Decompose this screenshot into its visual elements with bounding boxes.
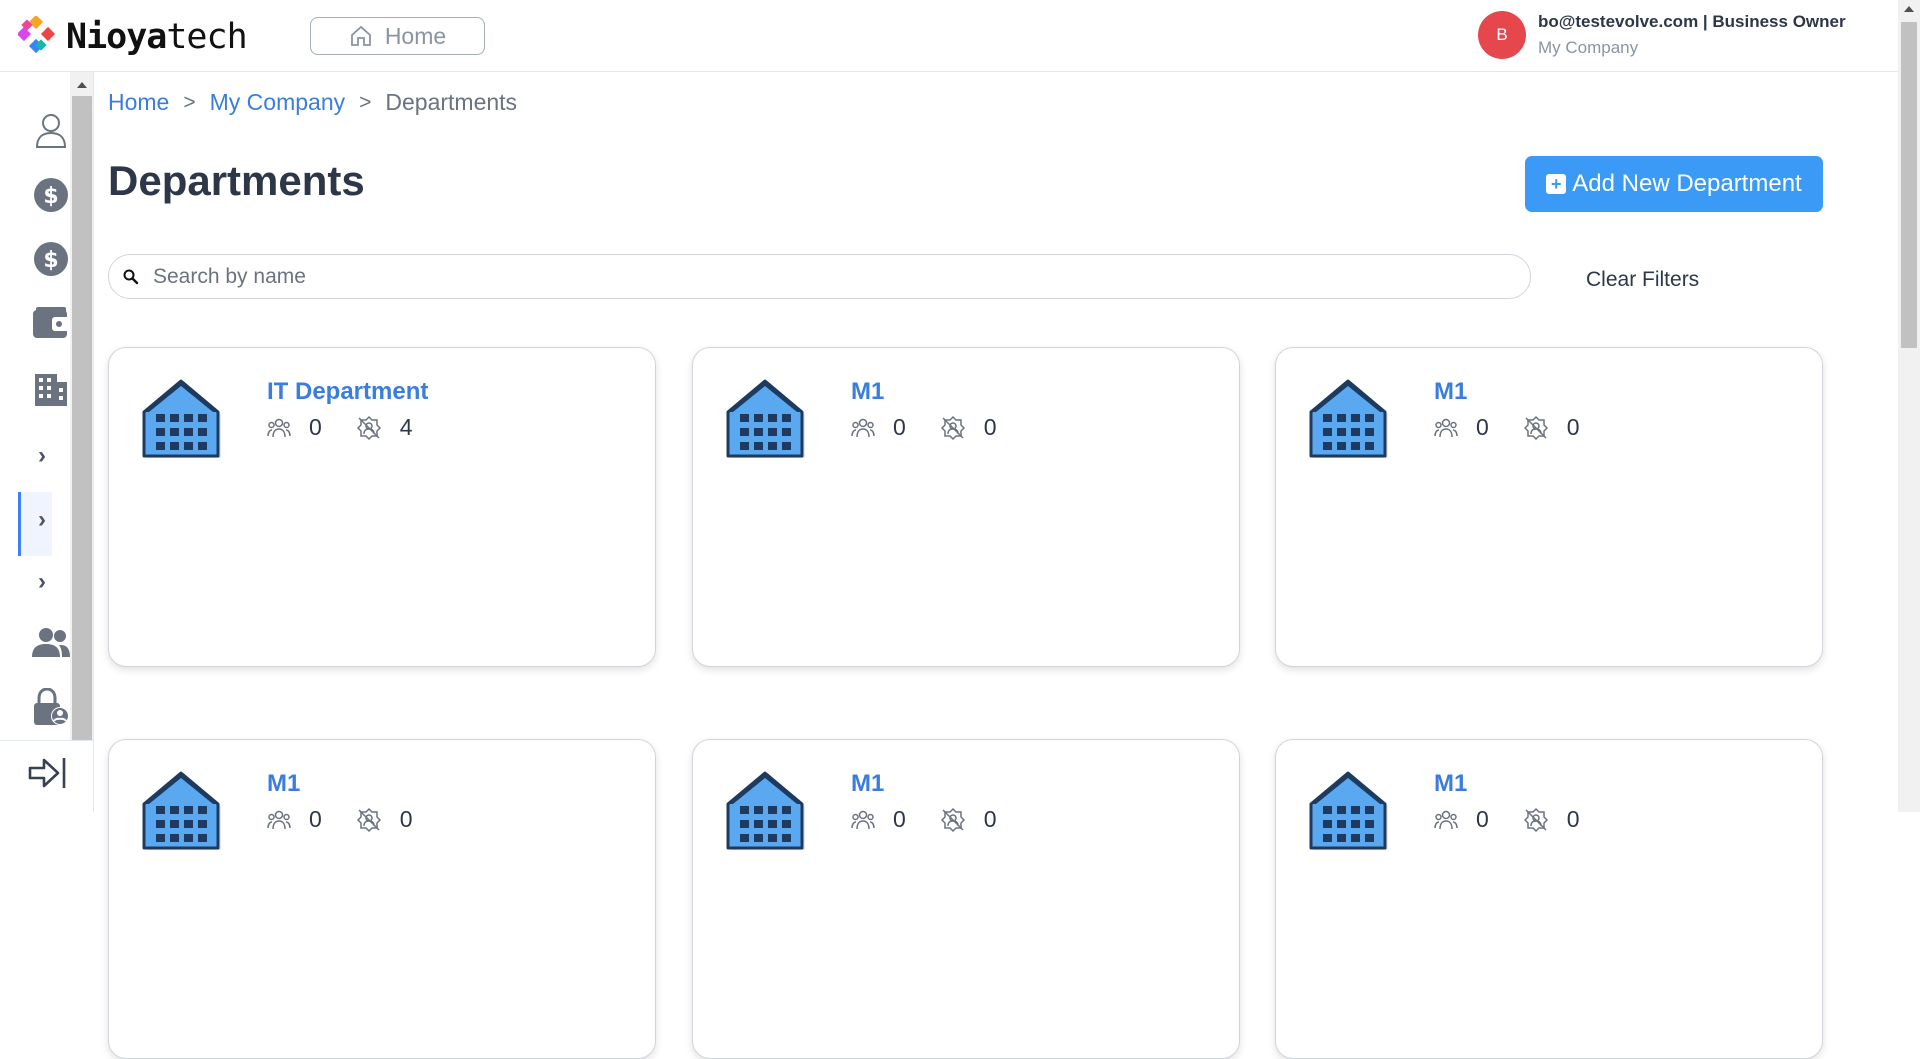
roles-icon bbox=[1523, 415, 1548, 440]
search-input[interactable] bbox=[153, 264, 1453, 289]
users-icon[interactable] bbox=[30, 622, 72, 664]
members-count: 0 bbox=[1476, 806, 1489, 832]
department-stats: 0 0 bbox=[267, 806, 447, 833]
breadcrumb-current: Departments bbox=[385, 89, 518, 115]
home-button[interactable]: Home bbox=[310, 17, 485, 55]
department-name[interactable]: M1 bbox=[1434, 770, 1467, 798]
svg-text:$: $ bbox=[43, 184, 58, 209]
department-card[interactable]: M1 0 0 bbox=[692, 347, 1240, 667]
dollar-icon[interactable]: $ bbox=[30, 238, 72, 280]
breadcrumb-home-link[interactable]: Home bbox=[108, 89, 169, 116]
clear-filters-button[interactable]: Clear Filters bbox=[1586, 268, 1699, 292]
building-icon[interactable] bbox=[30, 366, 72, 408]
sign-out-icon[interactable] bbox=[28, 755, 68, 796]
lock-user-icon[interactable] bbox=[30, 686, 72, 728]
department-name[interactable]: M1 bbox=[267, 770, 300, 798]
home-button-label: Home bbox=[384, 22, 447, 49]
logo-light: tech bbox=[166, 17, 247, 57]
department-building-icon bbox=[141, 378, 225, 469]
roles-count: 0 bbox=[983, 414, 997, 440]
department-card[interactable]: IT Department 0 4 bbox=[108, 347, 656, 667]
department-building-icon bbox=[1308, 770, 1392, 861]
breadcrumb: Home > My Company > Departments bbox=[108, 89, 517, 116]
department-stats: 0 4 bbox=[267, 414, 447, 441]
user-company: My Company bbox=[1538, 38, 1639, 57]
sidebar-scrollbar[interactable] bbox=[70, 72, 94, 740]
sidebar-active-indicator bbox=[18, 492, 52, 556]
page-scrollbar[interactable] bbox=[1898, 0, 1920, 812]
user-icon[interactable] bbox=[30, 110, 72, 152]
home-icon bbox=[350, 25, 371, 46]
add-new-department-label: Add New Department bbox=[1572, 170, 1802, 197]
department-card[interactable]: M1 0 0 bbox=[692, 739, 1240, 1059]
logo[interactable]: Nioyatech bbox=[16, 14, 248, 58]
roles-icon bbox=[356, 415, 381, 440]
department-stats: 0 0 bbox=[851, 414, 1031, 441]
roles-icon bbox=[940, 807, 965, 832]
roles-count: 0 bbox=[399, 806, 413, 832]
roles-count: 4 bbox=[399, 414, 413, 440]
roles-count: 0 bbox=[1566, 414, 1580, 440]
logo-bold: Nioya bbox=[66, 17, 167, 57]
search-icon bbox=[123, 269, 139, 284]
roles-icon bbox=[356, 807, 381, 832]
department-building-icon bbox=[141, 770, 225, 861]
scroll-thumb[interactable] bbox=[1901, 22, 1917, 348]
roles-count: 0 bbox=[983, 806, 997, 832]
wallet-icon[interactable] bbox=[30, 302, 72, 344]
sidebar: $ $ › › › bbox=[0, 72, 70, 740]
roles-icon bbox=[1523, 807, 1548, 832]
scroll-up-arrow[interactable] bbox=[1904, 6, 1914, 12]
chevron-right-icon[interactable]: › bbox=[38, 506, 46, 534]
sidebar-footer bbox=[0, 740, 94, 812]
members-icon bbox=[851, 418, 875, 437]
svg-text:$: $ bbox=[43, 248, 58, 273]
department-stats: 0 0 bbox=[1434, 806, 1614, 833]
department-name[interactable]: IT Department bbox=[267, 378, 428, 406]
department-name[interactable]: M1 bbox=[851, 378, 884, 406]
page-title: Departments bbox=[108, 157, 365, 204]
department-card[interactable]: M1 0 0 bbox=[1275, 739, 1823, 1059]
sidebar-scroll-up-arrow[interactable] bbox=[77, 82, 87, 88]
chevron-right-icon[interactable]: › bbox=[38, 442, 46, 470]
department-building-icon bbox=[1308, 378, 1392, 469]
user-title: bo@testevolve.com | Business Owner bbox=[1538, 12, 1846, 31]
plus-icon: + bbox=[1546, 174, 1567, 194]
dollar-icon[interactable]: $ bbox=[30, 174, 72, 216]
members-icon bbox=[1434, 418, 1458, 437]
department-stats: 0 0 bbox=[1434, 414, 1614, 441]
breadcrumb-company-link[interactable]: My Company bbox=[210, 89, 345, 116]
department-name[interactable]: M1 bbox=[851, 770, 884, 798]
department-stats: 0 0 bbox=[851, 806, 1031, 833]
top-header: Nioyatech Home B bo@testevolve.com | Bus… bbox=[0, 0, 1898, 72]
department-card[interactable]: M1 0 0 bbox=[1275, 347, 1823, 667]
avatar[interactable]: B bbox=[1478, 11, 1526, 59]
breadcrumb-separator: > bbox=[183, 90, 196, 114]
department-building-icon bbox=[725, 770, 809, 861]
user-menu[interactable]: B bo@testevolve.com | Business Owner My … bbox=[1478, 11, 1846, 59]
sidebar-scroll-thumb[interactable] bbox=[72, 96, 92, 740]
department-card[interactable]: M1 0 0 bbox=[108, 739, 656, 1059]
department-building-icon bbox=[725, 378, 809, 469]
search-bar[interactable] bbox=[108, 254, 1531, 299]
roles-count: 0 bbox=[1566, 806, 1580, 832]
members-count: 0 bbox=[309, 414, 322, 440]
members-count: 0 bbox=[309, 806, 322, 832]
roles-icon bbox=[940, 415, 965, 440]
members-count: 0 bbox=[1476, 414, 1489, 440]
breadcrumb-separator: > bbox=[359, 90, 372, 114]
logo-icon bbox=[16, 14, 60, 58]
members-icon bbox=[267, 418, 291, 437]
department-name[interactable]: M1 bbox=[1434, 378, 1467, 406]
logo-text: Nioyatech bbox=[66, 17, 248, 57]
chevron-right-icon[interactable]: › bbox=[38, 568, 46, 596]
members-count: 0 bbox=[893, 414, 906, 440]
add-new-department-button[interactable]: + Add New Department bbox=[1525, 156, 1823, 212]
members-count: 0 bbox=[893, 806, 906, 832]
